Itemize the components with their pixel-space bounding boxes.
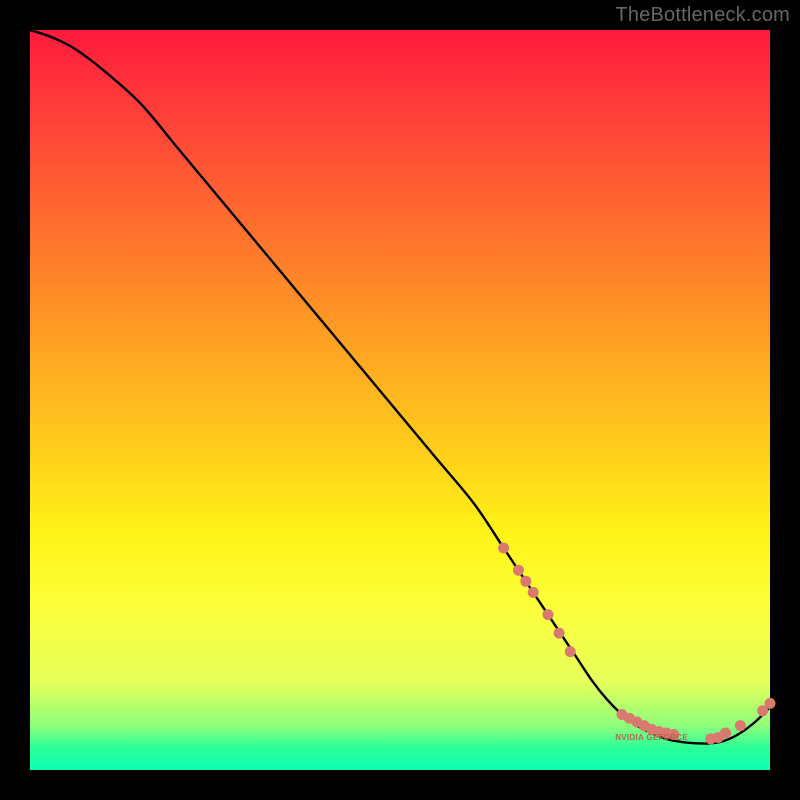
plot-area: NVIDIA GEFORCE	[30, 30, 770, 770]
marker-dot	[498, 543, 509, 554]
marker-dot	[565, 646, 576, 657]
chart-svg	[30, 30, 770, 770]
data-markers	[498, 543, 775, 745]
marker-dot	[735, 720, 746, 731]
watermark-text: TheBottleneck.com	[615, 4, 790, 27]
marker-dot	[543, 609, 554, 620]
marker-dot	[720, 728, 731, 739]
marker-dot	[513, 565, 524, 576]
marker-dot	[765, 698, 776, 709]
marker-dot	[520, 576, 531, 587]
marker-dot	[554, 628, 565, 639]
chart-stage: TheBottleneck.com NVIDIA GEFORCE	[0, 0, 800, 800]
bottleneck-curve	[30, 30, 770, 744]
bottom-category-label: NVIDIA GEFORCE	[615, 733, 688, 742]
marker-dot	[528, 587, 539, 598]
